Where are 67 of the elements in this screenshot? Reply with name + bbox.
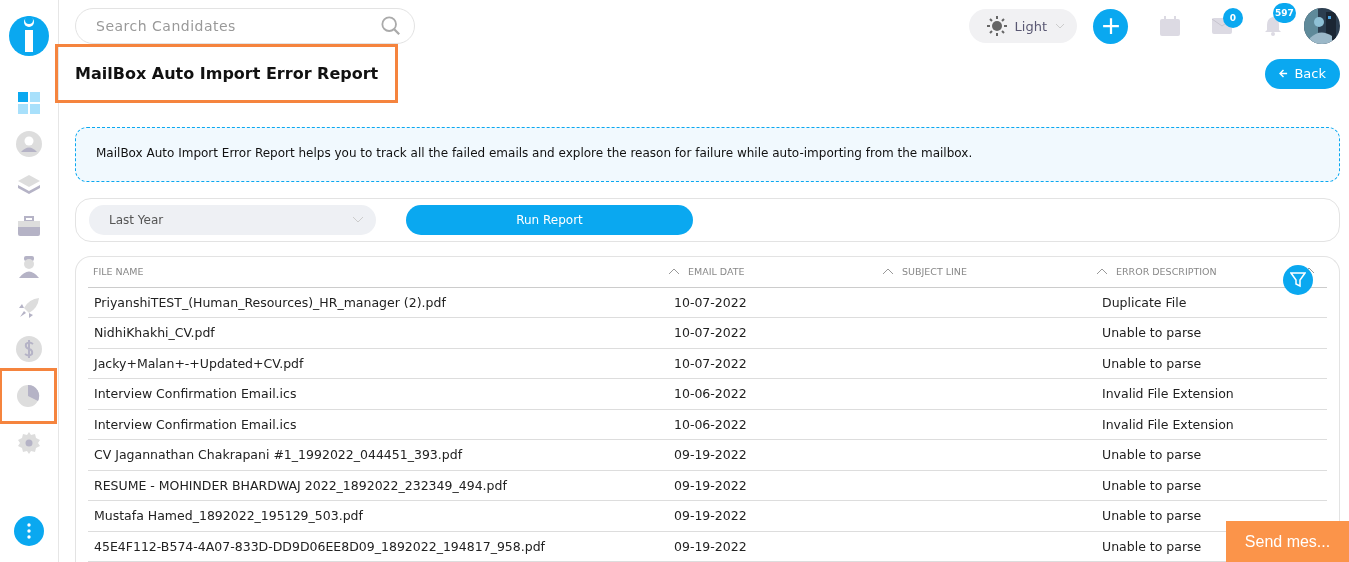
bell-icon[interactable]: [1264, 16, 1282, 37]
table-cell: 09-19-2022: [674, 447, 747, 463]
table-cell: Unable to parse: [1102, 447, 1202, 463]
table-cell: 09-19-2022: [674, 538, 747, 554]
table-cell: 09-19-2022: [674, 477, 747, 493]
filter-icon: [1290, 271, 1306, 288]
caret-icon: [352, 216, 364, 224]
table-cell: Unable to parse: [1102, 538, 1202, 554]
table-cell: Unable to parse: [1102, 508, 1202, 524]
table-cell: 10-06-2022: [674, 416, 747, 432]
table-cell: Invalid File Extension: [1102, 386, 1234, 402]
dashboard-icon: [17, 91, 41, 115]
notification-count-badge: 597: [1273, 3, 1296, 24]
table-cell: 10-07-2022: [674, 355, 747, 371]
search-field[interactable]: Search Candidates: [75, 8, 415, 45]
pie-chart-icon: [16, 384, 40, 408]
plus-icon: [1101, 17, 1120, 36]
info-text: MailBox Auto Import Error Report helps you to track all the failed emails and explore the reason for failure while auto-importing from the mailbox.: [96, 146, 973, 161]
mail-count-badge: 0: [1223, 8, 1243, 29]
sort-icon[interactable]: [882, 268, 894, 275]
theme-dropdown[interactable]: Light: [968, 9, 1077, 44]
arrow-left-icon: [1279, 69, 1289, 79]
search-icon: [381, 16, 401, 37]
person-icon: [16, 131, 42, 157]
caret-icon: [1055, 23, 1065, 30]
table-cell: 10-07-2022: [674, 325, 747, 341]
calendar-icon[interactable]: [1160, 16, 1180, 37]
table-cell: Unable to parse: [1102, 355, 1202, 371]
table-cell: Jacky+Malan+-+Updated+CV.pdf: [94, 355, 304, 371]
person-icon: [17, 255, 41, 279]
table-cell: Unable to parse: [1102, 325, 1202, 341]
table-cell: Invalid File Extension: [1102, 416, 1234, 432]
period-dropdown[interactable]: Last Year: [89, 204, 376, 235]
add-button[interactable]: [1093, 8, 1128, 44]
table-cell: Interview Confirmation Email.ics: [94, 386, 297, 402]
table-cell: Duplicate File: [1102, 294, 1187, 310]
sidebar-item[interactable]: [0, 368, 57, 424]
table-cell: Mustafa Hamed_1892022_195129_503.pdf: [94, 508, 363, 524]
table-cell: Unable to parse: [1102, 477, 1202, 493]
more-icon: [27, 523, 31, 539]
briefcase-icon: [17, 214, 41, 238]
column-header[interactable]: ERROR DESCRIPTION: [1116, 266, 1217, 277]
dollar-icon: [16, 336, 42, 362]
table-cell: 09-19-2022: [674, 508, 747, 524]
table-cell: Interview Confirmation Email.ics: [94, 416, 297, 432]
table-cell: NidhiKhakhi_CV.pdf: [94, 325, 215, 341]
sort-icon[interactable]: [1096, 268, 1108, 275]
layers-icon: [17, 173, 41, 197]
run-report-button[interactable]: Run Report: [406, 204, 693, 235]
sort-icon[interactable]: [668, 268, 680, 275]
sun-icon: [986, 16, 1007, 37]
rocket-icon: [17, 296, 41, 320]
table-cell: 10-06-2022: [674, 386, 747, 402]
more-button[interactable]: [14, 516, 44, 546]
settings-icon: [17, 431, 41, 455]
page-title: MailBox Auto Import Error Report: [55, 44, 399, 104]
column-header[interactable]: FILE NAME: [93, 266, 144, 277]
table-cell: PriyanshiTEST_(Human_Resources)_HR_manager (2).pdf: [94, 294, 446, 310]
table-cell: RESUME - MOHINDER BHARDWAJ 2022_1892022_232349_494.pdf: [94, 477, 507, 493]
column-header[interactable]: SUBJECT LINE: [902, 266, 967, 277]
back-button[interactable]: Back: [1265, 58, 1340, 89]
table-cell: 10-07-2022: [674, 294, 747, 310]
send-message-button[interactable]: Send mes...: [1226, 521, 1349, 562]
filter-button[interactable]: [1283, 264, 1313, 295]
table-cell: CV Jagannathan Chakrapani #1_1992022_044451_393.pdf: [94, 447, 463, 463]
table-cell: 45E4F112-B574-4A07-833D-DD9D06EE8D09_1892022_194817_958.pdf: [94, 538, 545, 554]
column-header[interactable]: EMAIL DATE: [688, 266, 745, 277]
